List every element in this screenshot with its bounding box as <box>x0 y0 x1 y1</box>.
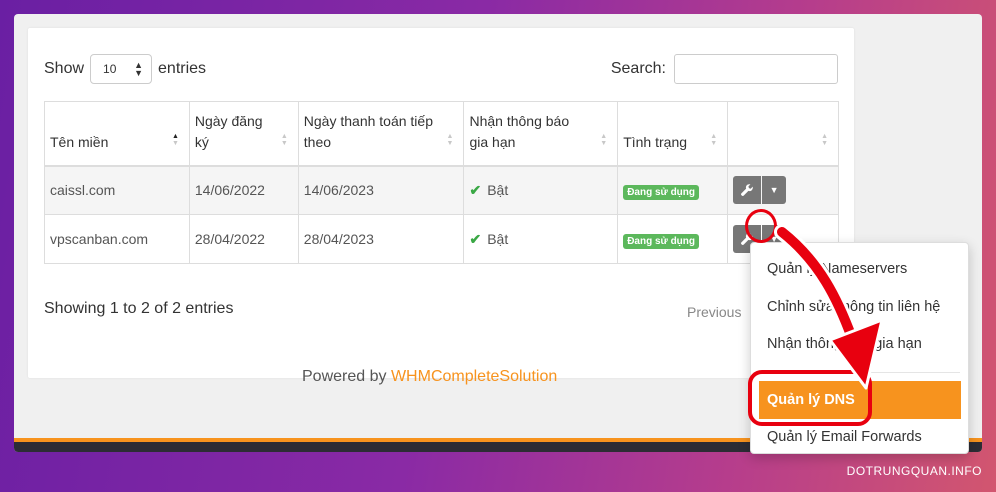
domains-table: Tên miền ▲ ▼ Ngày đăng ký ▲ ▼ Ngày thanh t… <box>44 101 839 264</box>
cell-actions: ▼ <box>727 165 839 215</box>
caret-down-icon: ▼ <box>769 185 779 196</box>
search-input[interactable] <box>674 54 838 84</box>
actions-button-group: ▼ <box>733 176 787 205</box>
menu-item-renewal-notice[interactable]: Nhận thông báo gia hạn <box>767 336 922 352</box>
status-badge: Đang sử dụng <box>623 185 699 201</box>
sort-icon: ▲ ▼ <box>446 132 454 147</box>
sort-icon: ▲ ▼ <box>171 132 179 147</box>
entries-length-control: Show 10 ▲ ▼ entries <box>44 54 206 84</box>
column-header-label: Nhận thông báo gia hạn <box>469 112 570 150</box>
select-arrows-icon: ▲ ▼ <box>134 60 144 78</box>
search-control: Search: <box>611 54 838 84</box>
entries-select-value: 10 <box>103 62 117 76</box>
actions-dropdown-toggle[interactable]: ▼ <box>762 176 787 205</box>
check-icon: ✔ <box>469 230 482 247</box>
menu-item-manage-nameservers[interactable]: Quản lý Nameservers <box>767 261 907 277</box>
sort-icon: ▲ ▼ <box>710 132 718 147</box>
column-header-registration-date[interactable]: Ngày đăng ký ▲ ▼ <box>188 101 299 167</box>
column-header-label: Tình trạng <box>623 133 688 150</box>
powered-prefix: Powered by <box>302 368 387 385</box>
sort-icon: ▲ ▼ <box>821 132 828 147</box>
search-label: Search: <box>610 60 666 77</box>
annotation-circle <box>745 209 777 243</box>
pagination-previous[interactable]: Previous <box>687 304 741 320</box>
renewal-notice-value: Bật <box>487 230 509 247</box>
menu-item-edit-contact-info[interactable]: Chỉnh sửa thông tin liên hệ <box>767 299 940 315</box>
column-header-renewal-notice[interactable]: Nhận thông báo gia hạn ▲ ▼ <box>463 101 619 167</box>
showing-entries-info: Showing 1 to 2 of 2 entries <box>44 300 234 317</box>
show-label: Show <box>44 60 85 77</box>
check-icon: ✔ <box>469 181 482 198</box>
watermark: DOTRUNGQUAN.INFO <box>846 464 982 478</box>
entries-label: entries <box>158 60 207 77</box>
domains-card: Show 10 ▲ ▼ entries Search: Tên miền ▲ ▼ N… <box>28 28 854 378</box>
column-header-label: Ngày đăng ký <box>194 112 263 150</box>
cell-registered: 28/04/2022 <box>188 214 299 264</box>
cell-renewal-notice: ✔ Bật <box>463 165 619 215</box>
column-header-label: Tên miền <box>50 133 109 150</box>
column-header-label: Ngày thanh toán tiếp theo <box>303 112 433 150</box>
column-header-domain[interactable]: Tên miền ▲ ▼ <box>44 101 190 167</box>
powered-by: Powered by WHMCompleteSolution <box>302 368 557 386</box>
sort-icon: ▲ ▼ <box>280 132 288 147</box>
annotation-highlight-box <box>748 370 872 426</box>
cell-next-due: 28/04/2023 <box>297 214 465 264</box>
wrench-icon <box>741 184 753 197</box>
table-row[interactable]: caissl.com 14/06/2022 14/06/2023 ✔ Bật Đa… <box>44 165 839 215</box>
sort-icon: ▲ ▼ <box>600 132 608 147</box>
whmcs-link[interactable]: WHMCompleteSolution <box>391 368 557 385</box>
table-row[interactable]: vpscanban.com 28/04/2022 28/04/2023 ✔ Bật… <box>44 214 839 264</box>
entries-select[interactable]: 10 ▲ ▼ <box>90 54 153 84</box>
column-header-next-due-date[interactable]: Ngày thanh toán tiếp theo ▲ ▼ <box>297 101 465 167</box>
cell-renewal-notice: ✔ Bật <box>463 214 619 264</box>
manage-domain-button[interactable] <box>733 176 762 205</box>
cell-status: Đang sử dụng <box>617 214 729 264</box>
menu-item-email-forwards[interactable]: Quản lý Email Forwards <box>767 429 922 445</box>
cell-registered: 14/06/2022 <box>188 165 299 215</box>
renewal-notice-value: Bật <box>487 181 509 198</box>
status-badge: Đang sử dụng <box>623 234 699 249</box>
cell-domain: vpscanban.com <box>44 214 190 264</box>
cell-next-due: 14/06/2023 <box>297 165 465 215</box>
cell-status: Đang sử dụng <box>617 165 729 215</box>
column-header-actions[interactable]: ▲ ▼ <box>727 101 839 167</box>
cell-domain: caissl.com <box>44 165 190 215</box>
column-header-status[interactable]: Tình trạng ▲ ▼ <box>617 101 729 167</box>
table-header-row: Tên miền ▲ ▼ Ngày đăng ký ▲ ▼ Ngày thanh t… <box>44 101 839 167</box>
